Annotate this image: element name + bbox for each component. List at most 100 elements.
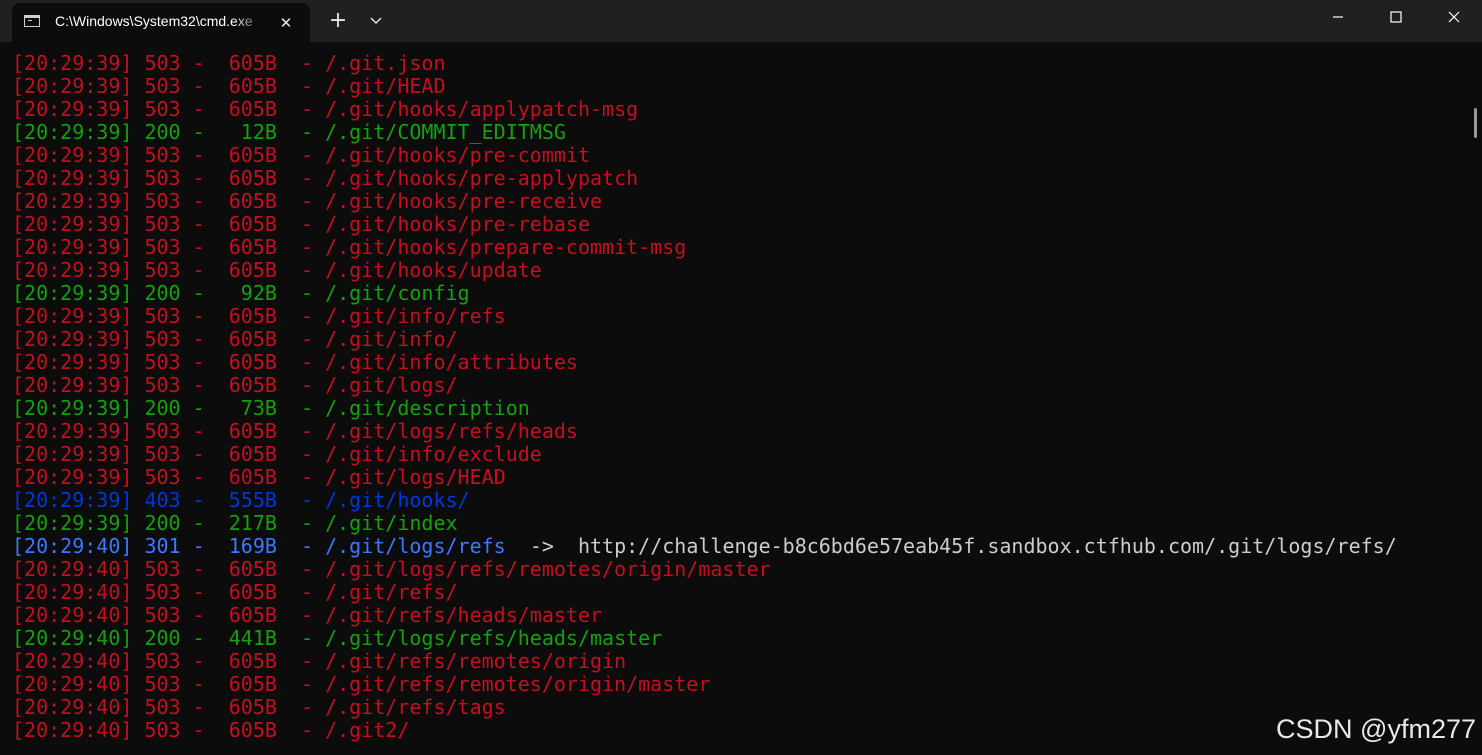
log-path: /.git/info/exclude bbox=[325, 442, 542, 466]
log-line: [20:29:39] 503 - 605B - /.git/info/ bbox=[12, 328, 1467, 351]
minimize-button[interactable] bbox=[1310, 0, 1366, 34]
minimize-icon bbox=[1333, 16, 1343, 18]
log-status: 503 - bbox=[144, 166, 217, 190]
log-status: 503 - bbox=[144, 580, 217, 604]
log-line: [20:29:39] 503 - 605B - /.git/logs/refs/… bbox=[12, 420, 1467, 443]
log-time: [20:29:39] bbox=[12, 281, 145, 305]
title-bar: C:\Windows\System32\cmd.exe ✕ + bbox=[0, 0, 1482, 42]
terminal-output[interactable]: [20:29:39] 503 - 605B - /.git.json [20:29… bbox=[12, 52, 1467, 752]
log-line: [20:29:39] 503 - 605B - /.git/hooks/appl… bbox=[12, 98, 1467, 121]
log-status: 503 - bbox=[144, 649, 217, 673]
log-status: 503 - bbox=[144, 695, 217, 719]
close-icon bbox=[1448, 11, 1460, 23]
log-status: 503 - bbox=[144, 97, 217, 121]
log-size: 605B - bbox=[216, 373, 326, 397]
log-line: [20:29:39] 200 - 92B - /.git/config bbox=[12, 282, 1467, 305]
log-status: 200 - bbox=[144, 120, 217, 144]
log-status: 503 - bbox=[144, 143, 217, 167]
log-status: 503 - bbox=[144, 419, 217, 443]
log-line: [20:29:40] 503 - 605B - /.git/logs/refs/… bbox=[12, 558, 1467, 581]
log-line: [20:29:39] 200 - 217B - /.git/index bbox=[12, 512, 1467, 535]
log-status: 503 - bbox=[144, 465, 217, 489]
log-status: 503 - bbox=[144, 442, 217, 466]
log-size: 605B - bbox=[216, 580, 326, 604]
log-status: 503 - bbox=[144, 189, 217, 213]
log-line: [20:29:39] 503 - 605B - /.git/info/attri… bbox=[12, 351, 1467, 374]
tab-close-button[interactable]: ✕ bbox=[274, 11, 298, 35]
log-line: [20:29:39] 503 - 605B - /.git/hooks/upda… bbox=[12, 259, 1467, 282]
log-line: [20:29:39] 503 - 605B - /.git/info/refs bbox=[12, 305, 1467, 328]
tab-cmd[interactable]: C:\Windows\System32\cmd.exe ✕ bbox=[12, 3, 310, 42]
log-path: /.git/info/ bbox=[325, 327, 458, 351]
log-time: [20:29:39] bbox=[12, 235, 145, 259]
tab-dropdown-button[interactable] bbox=[362, 6, 390, 38]
log-time: [20:29:39] bbox=[12, 373, 145, 397]
log-status: 503 - bbox=[144, 258, 217, 282]
log-path: /.git/refs/heads/master bbox=[325, 603, 603, 627]
log-path: /.git/COMMIT_EDITMSG bbox=[325, 120, 566, 144]
log-size: 169B - bbox=[216, 534, 326, 558]
log-line: [20:29:39] 503 - 605B - /.git/hooks/pre-… bbox=[12, 190, 1467, 213]
log-size: 605B - bbox=[216, 557, 326, 581]
close-window-button[interactable] bbox=[1426, 0, 1482, 34]
log-line: [20:29:39] 503 - 605B - /.git/hooks/pre-… bbox=[12, 167, 1467, 190]
log-time: [20:29:39] bbox=[12, 350, 145, 374]
log-time: [20:29:39] bbox=[12, 166, 145, 190]
log-status: 200 - bbox=[144, 626, 217, 650]
log-time: [20:29:40] bbox=[12, 695, 145, 719]
log-path: /.git/config bbox=[325, 281, 470, 305]
log-path: /.git/logs/refs bbox=[325, 534, 506, 558]
log-path: /.git/logs/ bbox=[325, 373, 458, 397]
log-time: [20:29:40] bbox=[12, 534, 145, 558]
log-status: 403 - bbox=[144, 488, 217, 512]
terminal-icon bbox=[24, 15, 40, 27]
log-path: /.git/refs/ bbox=[325, 580, 458, 604]
log-size: 605B - bbox=[216, 442, 326, 466]
watermark: CSDN @yfm277 bbox=[1276, 714, 1476, 744]
log-path: /.git/hooks/pre-applypatch bbox=[325, 166, 639, 190]
log-status: 301 - bbox=[144, 534, 217, 558]
log-size: 605B - bbox=[216, 649, 326, 673]
maximize-button[interactable] bbox=[1368, 0, 1424, 34]
log-time: [20:29:39] bbox=[12, 143, 145, 167]
log-status: 503 - bbox=[144, 52, 217, 75]
log-size: 605B - bbox=[216, 327, 326, 351]
log-time: [20:29:40] bbox=[12, 626, 145, 650]
log-line: [20:29:39] 403 - 555B - /.git/hooks/ bbox=[12, 489, 1467, 512]
log-line: [20:29:40] 503 - 605B - /.git/refs/heads… bbox=[12, 604, 1467, 627]
log-time: [20:29:39] bbox=[12, 120, 145, 144]
log-time: [20:29:39] bbox=[12, 97, 145, 121]
log-path: /.git/info/attributes bbox=[325, 350, 578, 374]
log-status: 503 - bbox=[144, 235, 217, 259]
scrollbar[interactable] bbox=[1474, 108, 1477, 138]
log-path: /.git2/ bbox=[325, 718, 410, 742]
log-path: /.git/refs/remotes/origin/master bbox=[325, 672, 711, 696]
log-path: /.git/refs/tags bbox=[325, 695, 506, 719]
log-line: [20:29:39] 503 - 605B - /.git/logs/ bbox=[12, 374, 1467, 397]
log-size: 605B - bbox=[216, 465, 326, 489]
log-path: /.git/refs/remotes/origin bbox=[325, 649, 627, 673]
log-path: /.git/logs/refs/remotes/origin/master bbox=[325, 557, 771, 581]
log-status: 503 - bbox=[144, 373, 217, 397]
log-line: [20:29:39] 503 - 605B - /.git/hooks/pre-… bbox=[12, 213, 1467, 236]
log-status: 503 - bbox=[144, 304, 217, 328]
log-line: [20:29:39] 503 - 605B - /.git/logs/HEAD bbox=[12, 466, 1467, 489]
log-size: 605B - bbox=[216, 304, 326, 328]
log-time: [20:29:40] bbox=[12, 649, 145, 673]
log-size: 605B - bbox=[216, 603, 326, 627]
log-time: [20:29:40] bbox=[12, 672, 145, 696]
log-size: 605B - bbox=[216, 52, 326, 75]
log-path: /.git/hooks/pre-commit bbox=[325, 143, 590, 167]
log-time: [20:29:39] bbox=[12, 396, 145, 420]
log-line: [20:29:40] 503 - 605B - /.git/refs/tags bbox=[12, 696, 1467, 719]
log-size: 73B - bbox=[216, 396, 326, 420]
log-line: [20:29:39] 503 - 605B - /.git/HEAD bbox=[12, 75, 1467, 98]
log-path: /.git/hooks/ bbox=[325, 488, 470, 512]
log-size: 605B - bbox=[216, 718, 326, 742]
log-status: 200 - bbox=[144, 396, 217, 420]
log-size: 217B - bbox=[216, 511, 326, 535]
log-path: /.git/logs/refs/heads/master bbox=[325, 626, 663, 650]
log-status: 503 - bbox=[144, 212, 217, 236]
log-time: [20:29:40] bbox=[12, 718, 145, 742]
new-tab-button[interactable]: + bbox=[322, 6, 354, 38]
